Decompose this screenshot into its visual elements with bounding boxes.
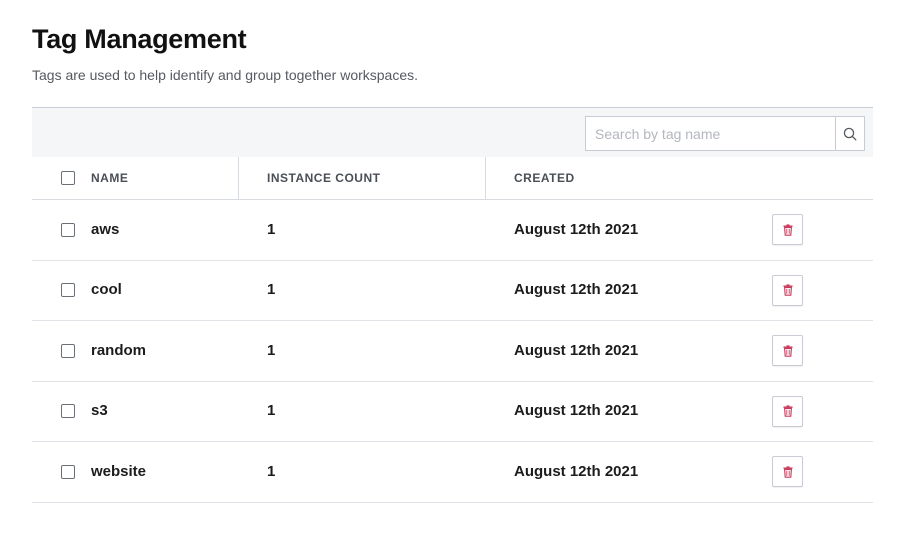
row-checkbox-cell xyxy=(32,283,91,298)
select-all-checkbox[interactable] xyxy=(61,171,75,185)
instance-count: 1 xyxy=(267,402,276,420)
tag-name: random xyxy=(91,341,147,359)
instance-count: 1 xyxy=(267,462,276,480)
column-header-created[interactable]: CREATED xyxy=(486,157,743,200)
column-header-instance-count-label: INSTANCE COUNT xyxy=(267,171,381,185)
row-checkbox[interactable] xyxy=(61,222,75,237)
created-date: August 12th 2021 xyxy=(514,220,639,238)
tag-name: cool xyxy=(91,281,122,299)
tag-name: aws xyxy=(91,220,120,238)
table-row: random 1 August 12th 2021 xyxy=(32,321,873,382)
delete-tag-button[interactable] xyxy=(772,214,803,246)
page-subtitle: Tags are used to help identify and group… xyxy=(32,67,419,83)
delete-tag-button[interactable] xyxy=(772,456,803,488)
row-checkbox[interactable] xyxy=(61,464,75,479)
page-title: Tag Management xyxy=(32,24,247,54)
column-header-name-label: NAME xyxy=(91,171,129,185)
row-checkbox-cell xyxy=(32,404,91,419)
column-header-instance-count[interactable]: INSTANCE COUNT xyxy=(239,156,486,200)
instance-count: 1 xyxy=(267,281,276,299)
search-icon xyxy=(843,127,857,140)
delete-tag-button[interactable] xyxy=(772,274,803,306)
created-date: August 12th 2021 xyxy=(514,462,639,480)
row-checkbox[interactable] xyxy=(61,283,75,298)
trash-icon xyxy=(783,284,792,296)
tag-management-page: Tag Management Tags are used to help ide… xyxy=(0,0,907,543)
instance-count: 1 xyxy=(267,220,276,238)
row-checkbox[interactable] xyxy=(61,404,75,419)
table-row: s3 1 August 12th 2021 xyxy=(32,382,873,442)
search-input[interactable] xyxy=(585,116,835,151)
column-header-created-label: CREATED xyxy=(514,171,575,185)
search-box xyxy=(585,116,865,151)
tag-name: s3 xyxy=(91,402,108,420)
table-header: NAME INSTANCE COUNT CREATED xyxy=(32,156,873,200)
column-header-name[interactable]: NAME xyxy=(91,156,239,200)
table-row: website 1 August 12th 2021 xyxy=(32,442,873,503)
search-button[interactable] xyxy=(835,116,865,151)
row-checkbox-cell xyxy=(32,222,91,237)
row-checkbox-cell xyxy=(32,343,91,358)
row-checkbox[interactable] xyxy=(61,343,75,358)
instance-count: 1 xyxy=(267,341,276,359)
tags-table: NAME INSTANCE COUNT CREATED aws 1 August… xyxy=(32,107,873,503)
row-checkbox-cell xyxy=(32,464,91,479)
trash-icon xyxy=(783,405,792,417)
table-row: cool 1 August 12th 2021 xyxy=(32,261,873,321)
table-row: aws 1 August 12th 2021 xyxy=(32,200,873,261)
trash-icon xyxy=(783,466,792,478)
trash-icon xyxy=(783,345,792,357)
trash-icon xyxy=(783,224,792,236)
header-checkbox-cell xyxy=(32,171,91,185)
created-date: August 12th 2021 xyxy=(514,341,639,359)
delete-tag-button[interactable] xyxy=(772,395,803,427)
delete-tag-button[interactable] xyxy=(772,335,803,367)
table-toolbar xyxy=(32,107,873,157)
tag-name: website xyxy=(91,462,147,480)
created-date: August 12th 2021 xyxy=(514,402,639,420)
created-date: August 12th 2021 xyxy=(514,281,639,299)
